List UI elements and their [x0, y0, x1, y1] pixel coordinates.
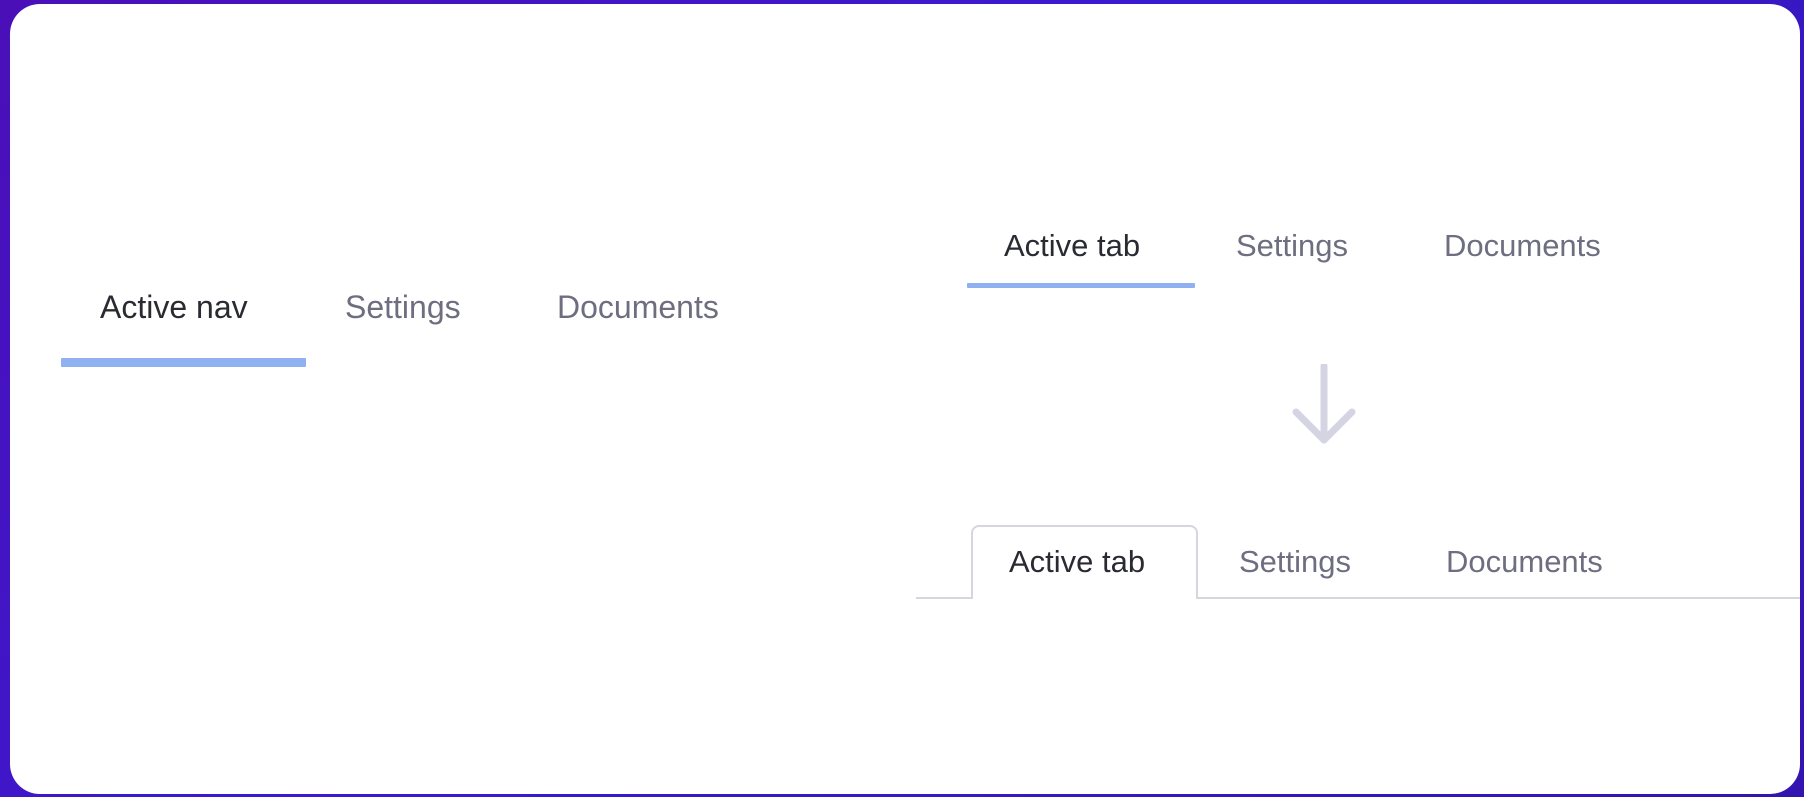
active-tab-underline — [967, 283, 1195, 288]
nav-item-active-nav[interactable]: Active nav — [100, 288, 248, 326]
nav-item-documents[interactable]: Documents — [557, 288, 719, 326]
tab-active-tab-bordered-style[interactable]: Active tab — [1009, 543, 1145, 581]
tab-documents-bordered-style[interactable]: Documents — [1446, 543, 1603, 581]
comparison-card: Active nav Settings Documents Active tab… — [10, 4, 1800, 794]
active-nav-underline — [61, 358, 306, 367]
tab-settings-bordered-style[interactable]: Settings — [1239, 543, 1351, 581]
tab-documents-underline-style[interactable]: Documents — [1444, 227, 1601, 265]
tab-settings-underline-style[interactable]: Settings — [1236, 227, 1348, 265]
nav-example: Active nav Settings Documents — [10, 4, 810, 404]
nav-item-settings[interactable]: Settings — [345, 288, 461, 326]
tab-active-tab-underline-style[interactable]: Active tab — [1004, 227, 1140, 265]
arrow-down-icon — [1292, 364, 1356, 444]
